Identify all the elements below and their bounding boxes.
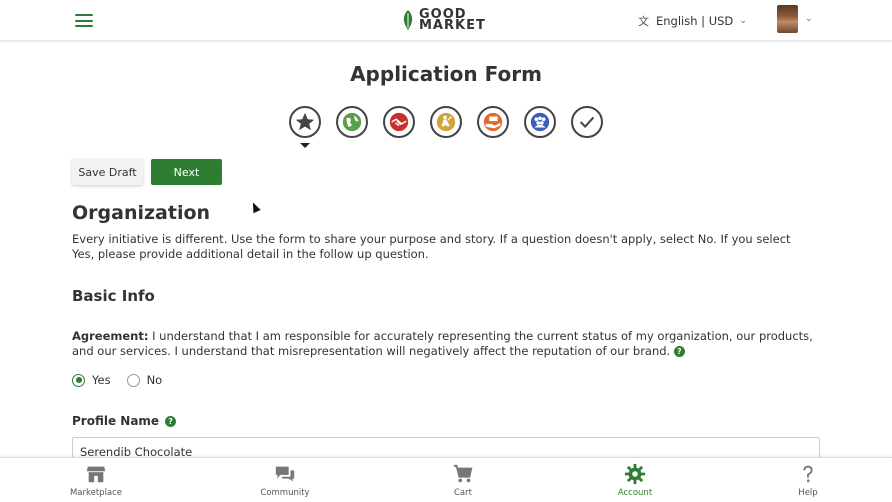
hand-money-icon: [483, 112, 503, 132]
leaf-logo-icon: [403, 10, 413, 30]
agreement-text: Agreement: I understand that I am respon…: [72, 329, 817, 359]
step-indicator: [289, 106, 618, 138]
step-handshake[interactable]: [383, 106, 415, 138]
cart-icon: [453, 464, 473, 483]
handshake-icon: [389, 112, 409, 132]
translate-icon: 文: [638, 15, 649, 28]
section-heading-organization: Organization: [72, 202, 211, 224]
nav-marketplace-label: Marketplace: [69, 488, 123, 498]
nav-cart-label: Cart: [454, 488, 472, 498]
check-icon: [579, 116, 595, 129]
chat-icon: [275, 466, 295, 482]
radio-no-label: No: [146, 373, 163, 387]
profile-name-label: Profile Name ?: [72, 414, 177, 428]
store-icon: [86, 466, 106, 483]
logo-line2: MARKET: [419, 18, 486, 33]
help-icon[interactable]: ?: [165, 415, 177, 427]
language-label: English | USD: [656, 14, 734, 28]
people-icon: [530, 112, 550, 132]
gear-icon: [624, 463, 646, 485]
nav-help-label: Help: [798, 488, 818, 498]
step-worker[interactable]: [430, 106, 462, 138]
nav-help[interactable]: Help: [773, 463, 843, 498]
worker-icon: [436, 112, 456, 132]
mouse-cursor-icon: [249, 200, 261, 214]
globe-icon: [342, 112, 362, 132]
step-star[interactable]: [289, 106, 321, 138]
save-draft-button[interactable]: Save Draft: [72, 159, 143, 185]
nav-community-label: Community: [260, 488, 310, 498]
language-selector[interactable]: 文 English | USD ⌄: [638, 13, 747, 29]
profile-name-label-text: Profile Name: [72, 414, 160, 428]
logo[interactable]: GOOD MARKET: [401, 7, 486, 33]
agreement-radio-group: Yes No: [72, 373, 178, 387]
chevron-down-icon[interactable]: ⌄: [805, 14, 813, 24]
radio-no-indicator[interactable]: [126, 373, 140, 387]
nav-cart[interactable]: Cart: [428, 463, 498, 498]
agreement-body: I understand that I am responsible for a…: [72, 329, 813, 358]
next-button[interactable]: Next: [151, 159, 222, 185]
nav-marketplace[interactable]: Marketplace: [61, 463, 131, 498]
radio-yes[interactable]: Yes: [72, 373, 111, 387]
avatar[interactable]: [777, 5, 798, 33]
radio-no[interactable]: No: [126, 373, 163, 387]
step-check[interactable]: [571, 106, 603, 138]
active-step-marker: [300, 143, 310, 148]
section-heading-basic-info: Basic Info: [72, 287, 155, 305]
chevron-down-icon: ⌄: [739, 16, 747, 26]
help-icon[interactable]: ?: [673, 346, 685, 357]
bottom-nav: Marketplace Community Cart Account Help: [0, 457, 892, 502]
step-hand-money[interactable]: [477, 106, 509, 138]
nav-account-label: Account: [617, 488, 653, 498]
nav-community[interactable]: Community: [250, 463, 320, 498]
menu-icon[interactable]: [75, 14, 93, 27]
star-icon: [295, 112, 315, 131]
organization-intro: Every initiative is different. Use the f…: [72, 232, 791, 261]
page-title: Application Form: [350, 62, 542, 86]
step-people[interactable]: [524, 106, 556, 138]
question-icon: [803, 465, 813, 483]
nav-account[interactable]: Account: [600, 463, 670, 498]
agreement-label: Agreement:: [72, 329, 149, 343]
radio-yes-indicator[interactable]: [72, 373, 85, 387]
step-globe[interactable]: [336, 106, 368, 138]
top-bar: GOOD MARKET 文 English | USD ⌄ ⌄: [0, 0, 892, 40]
radio-yes-label: Yes: [92, 373, 111, 387]
